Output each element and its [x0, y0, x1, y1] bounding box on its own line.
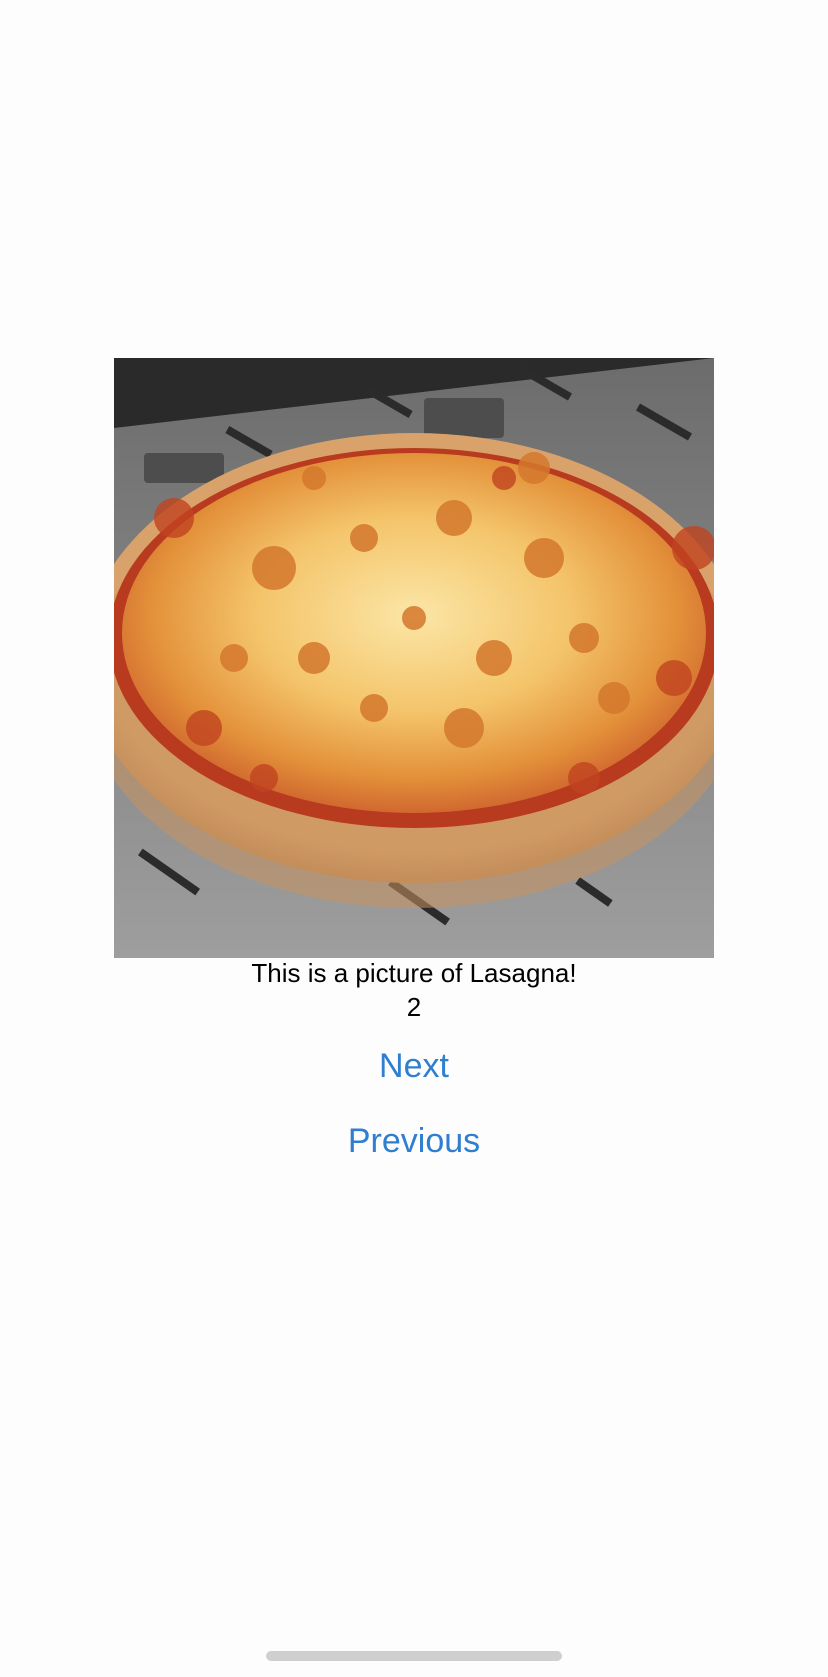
image-counter: 2 — [406, 992, 422, 1022]
next-button[interactable]: Next — [314, 1040, 514, 1092]
app-screen: This is a picture of Lasagna! 2 Next Pre… — [0, 0, 828, 1677]
food-photo — [114, 358, 714, 958]
pizza-photo-icon — [114, 358, 714, 958]
previous-button[interactable]: Previous — [314, 1115, 514, 1167]
photo-caption: This is a picture of Lasagna! — [251, 958, 577, 988]
home-indicator[interactable] — [266, 1651, 562, 1661]
